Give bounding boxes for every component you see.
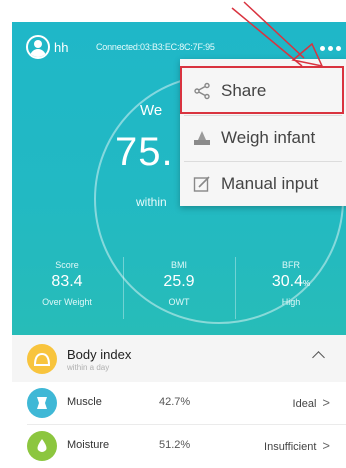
chevron-right-icon: > <box>322 438 330 453</box>
edit-icon <box>193 176 210 192</box>
chevron-right-icon: > <box>322 395 330 410</box>
row-value: 51.2% <box>159 439 191 451</box>
metric-status: High <box>281 297 301 307</box>
top-strip <box>0 0 346 22</box>
metric-bfr: BFR 30.4% High <box>236 249 346 335</box>
weight-range-text: within <box>136 195 167 209</box>
metric-status: OWT <box>168 297 190 307</box>
menu-label-manual-input: Manual input <box>221 174 319 193</box>
more-options-icon[interactable] <box>320 46 342 52</box>
water-drop-icon <box>27 431 57 461</box>
menu-item-manual-input[interactable]: Manual input <box>180 162 346 206</box>
connection-status: Connected:03:B3:EC:8C:7F:95 <box>96 42 215 52</box>
row-name: Muscle <box>67 396 102 408</box>
metric-bmi: BMI 25.9 OWT <box>124 249 234 335</box>
row-status: Ideal > <box>292 395 330 410</box>
metric-value: 30.4% <box>271 273 311 290</box>
scale-icon <box>194 131 210 145</box>
row-status: Insufficient > <box>264 438 330 453</box>
body-index-subtitle: within a day <box>67 363 110 372</box>
metric-label: BMI <box>170 260 187 270</box>
muscle-icon <box>27 388 57 418</box>
metrics-row: Score 83.4 Over Weight BMI 25.9 OWT BFR … <box>12 249 346 335</box>
overflow-menu: Share Weigh infant Manual input <box>180 59 346 206</box>
row-name: Moisture <box>67 439 110 451</box>
weight-label: We <box>140 102 163 119</box>
menu-label-share: Share <box>221 81 267 100</box>
menu-item-weigh-infant[interactable]: Weigh infant <box>180 116 346 160</box>
metric-value: 25.9 <box>163 273 195 290</box>
share-icon <box>194 82 210 100</box>
metric-status: Over Weight <box>42 297 92 307</box>
body-index-section: Body index within a day Muscle 42.7% Ide… <box>12 335 346 468</box>
body-index-row-muscle[interactable]: Muscle 42.7% Ideal > <box>12 382 346 425</box>
row-value: 42.7% <box>159 396 191 408</box>
metric-score: Score 83.4 Over Weight <box>12 249 122 335</box>
metric-label: Score <box>55 260 79 270</box>
metric-value: 83.4 <box>51 273 83 290</box>
chevron-up-icon[interactable] <box>312 351 325 364</box>
username: hh <box>54 40 69 55</box>
menu-label-weigh-infant: Weigh infant <box>221 128 316 147</box>
body-index-title: Body index <box>67 347 132 362</box>
weight-value: 75. <box>115 130 174 174</box>
body-index-icon <box>27 344 57 374</box>
avatar-icon[interactable] <box>26 35 50 59</box>
menu-item-share[interactable]: Share <box>180 69 346 113</box>
body-index-header[interactable]: Body index within a day <box>12 335 346 382</box>
body-index-row-moisture[interactable]: Moisture 51.2% Insufficient > <box>12 425 346 468</box>
metric-label: BFR <box>282 260 300 270</box>
